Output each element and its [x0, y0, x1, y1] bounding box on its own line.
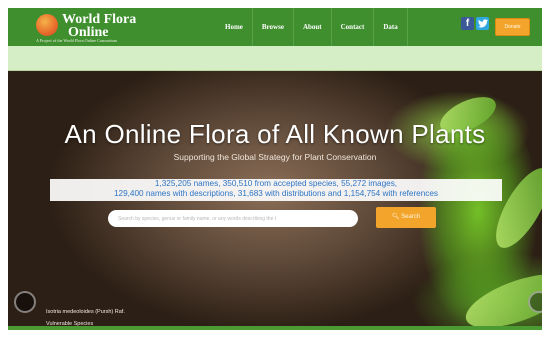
search-button[interactable]: 🔍︎ Search — [376, 207, 436, 228]
sub-navigation-bar — [8, 46, 542, 71]
nav-item-data[interactable]: Data — [374, 8, 408, 46]
search-icon: 🔍︎ — [391, 214, 402, 220]
statistics-box: 1,325,205 names, 350,510 from accepted s… — [50, 179, 502, 201]
header-bar: World Flora Online A Project of the Worl… — [8, 8, 542, 46]
logo-text: World Flora Online — [62, 13, 136, 40]
twitter-icon[interactable] — [476, 17, 489, 30]
nav-item-contact[interactable]: Contact — [332, 8, 375, 46]
hero-headline: An Online Flora of All Known Plants — [64, 119, 486, 149]
browser-frame: World Flora Online A Project of the Worl… — [0, 0, 550, 338]
stats-line-1: 1,325,205 names, 350,510 from accepted s… — [154, 179, 398, 188]
logo-emblem-icon — [36, 14, 58, 36]
main-nav: Home Browse About Contact Data — [216, 8, 408, 46]
hero-bottom-strip — [8, 326, 542, 330]
nav-item-home[interactable]: Home — [216, 8, 253, 46]
nav-item-browse[interactable]: Browse — [253, 8, 294, 46]
plant-leaf-decoration — [485, 160, 542, 256]
carousel-prev-button[interactable] — [14, 291, 36, 313]
logo-subtitle: A Project of the World Flora Online Cons… — [36, 38, 117, 43]
hero-tagline: Supporting the Global Strategy for Plant… — [173, 152, 377, 162]
stats-line-2: 129,400 names with descriptions, 31,683 … — [113, 189, 439, 198]
donate-button[interactable]: Donate — [495, 18, 530, 36]
facebook-icon[interactable]: f — [461, 17, 474, 30]
search-button-label: Search — [401, 214, 421, 220]
site-logo[interactable]: World Flora Online A Project of the Worl… — [36, 13, 186, 44]
species-caption: Isotria medeoloides (Pursh) Raf. — [46, 309, 125, 315]
hero-banner: An Online Flora of All Known Plants Supp… — [8, 71, 542, 330]
search-input[interactable] — [108, 210, 358, 227]
nav-item-about[interactable]: About — [294, 8, 332, 46]
page: World Flora Online A Project of the Worl… — [8, 8, 542, 330]
